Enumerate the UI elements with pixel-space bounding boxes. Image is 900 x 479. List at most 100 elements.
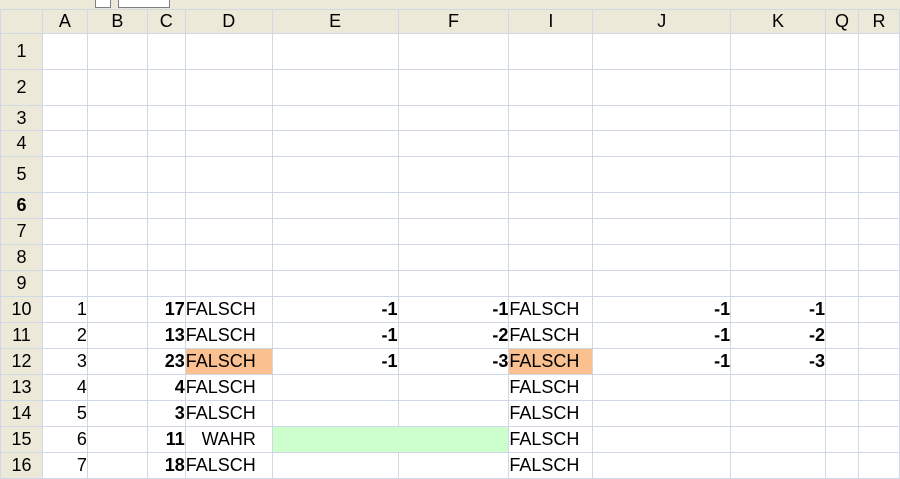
cell-R11[interactable]: [857, 322, 900, 349]
cell-Q15[interactable]: [824, 426, 859, 453]
cell-E10[interactable]: -1: [271, 296, 399, 323]
cell-F16[interactable]: [397, 452, 510, 479]
cell-C16[interactable]: 18: [146, 452, 186, 479]
row-header[interactable]: 13: [0, 374, 43, 401]
cell-C13[interactable]: 4: [146, 374, 186, 401]
cell-I16[interactable]: FALSCH: [508, 452, 594, 479]
cell-D16[interactable]: FALSCH: [184, 452, 273, 479]
row-header-active[interactable]: 6: [0, 192, 43, 219]
cell-J14[interactable]: [592, 400, 732, 427]
cell-Q10[interactable]: [824, 296, 859, 323]
cell-F11[interactable]: -2: [397, 322, 510, 349]
row-header[interactable]: 9: [0, 270, 43, 297]
cell-A16[interactable]: 7: [41, 452, 88, 479]
cell-J10[interactable]: -1: [592, 296, 732, 323]
cell-E16[interactable]: [271, 452, 399, 479]
cell-B15[interactable]: [86, 426, 148, 453]
row-header[interactable]: 7: [0, 218, 43, 245]
cell-J16[interactable]: [592, 452, 732, 479]
row-header[interactable]: 8: [0, 244, 43, 271]
cell-C10[interactable]: 17: [146, 296, 186, 323]
cell-Q13[interactable]: [824, 374, 859, 401]
cell-A13[interactable]: 4: [41, 374, 88, 401]
cell-Q14[interactable]: [824, 400, 859, 427]
cell-E14[interactable]: [271, 400, 399, 427]
cell-R15[interactable]: [857, 426, 900, 453]
column-header-Q[interactable]: Q: [824, 9, 859, 34]
cell-F13[interactable]: [397, 374, 510, 401]
cell-B12[interactable]: [86, 348, 148, 375]
cell-E11[interactable]: -1: [271, 322, 399, 349]
cell-A10[interactable]: 1: [41, 296, 88, 323]
cell-E12[interactable]: -1: [271, 348, 399, 375]
cell-C14[interactable]: 3: [146, 400, 186, 427]
cell-D12[interactable]: FALSCH: [184, 348, 273, 375]
cell-B10[interactable]: [86, 296, 148, 323]
row-header[interactable]: 4: [0, 130, 43, 157]
cell-F14[interactable]: [397, 400, 510, 427]
cell-I11[interactable]: FALSCH: [508, 322, 594, 349]
cell-J12[interactable]: -1: [592, 348, 732, 375]
row-header[interactable]: 2: [0, 69, 43, 106]
cell-D15[interactable]: WAHR: [184, 426, 273, 453]
cell-K11[interactable]: -2: [730, 322, 826, 349]
cell-R16[interactable]: [857, 452, 900, 479]
cell-J11[interactable]: -1: [592, 322, 732, 349]
column-header-J[interactable]: J: [592, 9, 732, 34]
row-header[interactable]: 10: [0, 296, 43, 323]
cell-R10[interactable]: [857, 296, 900, 323]
cell-K10[interactable]: -1: [730, 296, 826, 323]
column-header-D[interactable]: D: [184, 9, 273, 34]
cell-A15[interactable]: 6: [41, 426, 88, 453]
column-header-F[interactable]: F: [397, 9, 510, 34]
cell-I13[interactable]: FALSCH: [508, 374, 594, 401]
cell-B14[interactable]: [86, 400, 148, 427]
cell-K16[interactable]: [730, 452, 826, 479]
cell-K13[interactable]: [730, 374, 826, 401]
cell-C15[interactable]: 11: [146, 426, 186, 453]
cell-E13[interactable]: [271, 374, 399, 401]
column-header-I[interactable]: I: [508, 9, 594, 34]
row-header[interactable]: 5: [0, 156, 43, 193]
formula-box[interactable]: [118, 0, 170, 8]
name-box-dropdown[interactable]: [95, 0, 111, 8]
cell-Q11[interactable]: [824, 322, 859, 349]
cell-A14[interactable]: 5: [41, 400, 88, 427]
row-header[interactable]: 16: [0, 452, 43, 479]
cell-K15[interactable]: [730, 426, 826, 453]
column-header-A[interactable]: A: [41, 9, 88, 34]
cell-A12[interactable]: 3: [41, 348, 88, 375]
cell-R13[interactable]: [857, 374, 900, 401]
cell-I10[interactable]: FALSCH: [508, 296, 594, 323]
row-header[interactable]: 14: [0, 400, 43, 427]
column-header-C[interactable]: C: [146, 9, 186, 34]
cell-B11[interactable]: [86, 322, 148, 349]
cell-R12[interactable]: [857, 348, 900, 375]
cell-F10[interactable]: -1: [397, 296, 510, 323]
cell-A11[interactable]: 2: [41, 322, 88, 349]
row-header[interactable]: 12: [0, 348, 43, 375]
select-all-corner[interactable]: [0, 9, 43, 34]
cell-C11[interactable]: 13: [146, 322, 186, 349]
cell-C12[interactable]: 23: [146, 348, 186, 375]
cell-D11[interactable]: FALSCH: [184, 322, 273, 349]
cell-F12[interactable]: -3: [397, 348, 510, 375]
column-header-B[interactable]: B: [86, 9, 148, 34]
cell-E15[interactable]: [271, 426, 399, 453]
cell-D13[interactable]: FALSCH: [184, 374, 273, 401]
cell-J15[interactable]: [592, 426, 732, 453]
cell-K14[interactable]: [730, 400, 826, 427]
cell-I14[interactable]: FALSCH: [508, 400, 594, 427]
cell-B13[interactable]: [86, 374, 148, 401]
cell-I12[interactable]: FALSCH: [508, 348, 594, 375]
cell-D14[interactable]: FALSCH: [184, 400, 273, 427]
row-header[interactable]: 15: [0, 426, 43, 453]
column-header-R[interactable]: R: [857, 9, 900, 34]
column-header-K[interactable]: K: [730, 9, 826, 34]
cell-Q16[interactable]: [824, 452, 859, 479]
cell-J13[interactable]: [592, 374, 732, 401]
row-header[interactable]: 1: [0, 33, 43, 70]
row-header[interactable]: 11: [0, 322, 43, 349]
column-header-E[interactable]: E: [271, 9, 399, 34]
cell-F15[interactable]: [397, 426, 510, 453]
